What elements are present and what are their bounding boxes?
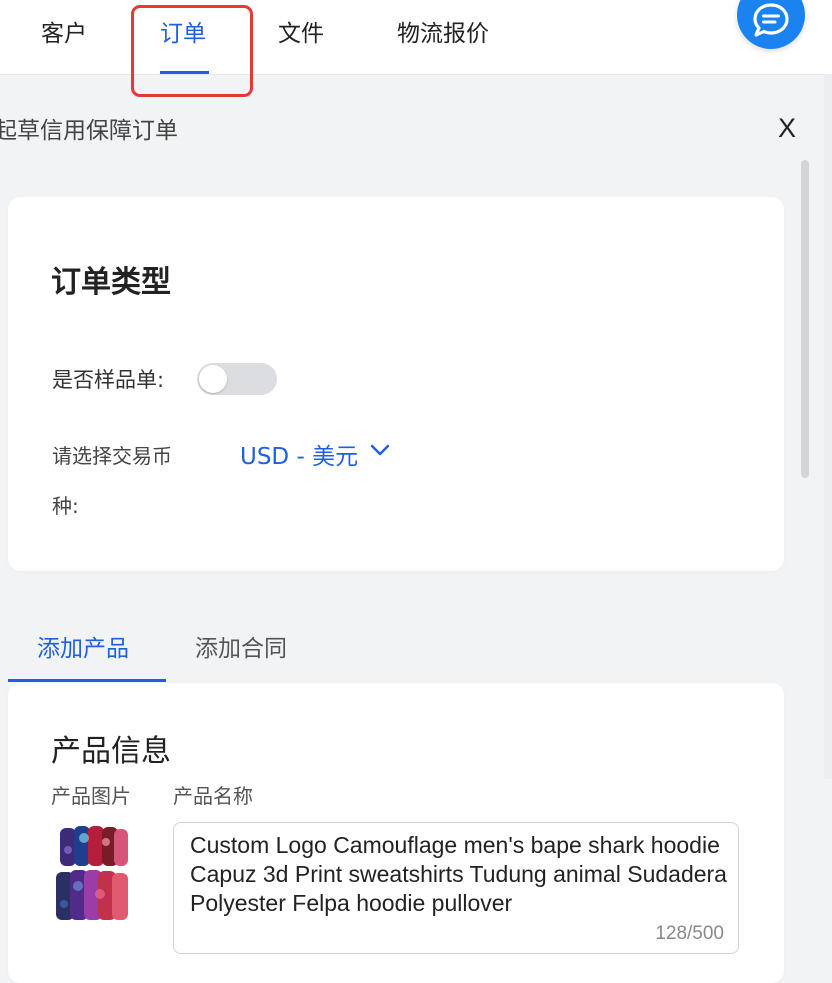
currency-value: USD - 美元 <box>240 444 359 470</box>
tab-add-product[interactable]: 添加产品 <box>37 629 129 663</box>
order-type-title: 订单类型 <box>51 265 171 300</box>
product-info-title: 产品信息 <box>51 734 171 769</box>
product-name-input[interactable]: Custom Logo Camouflage men's bape shark … <box>173 822 739 954</box>
panel-title: 起草信用保障订单 <box>0 118 178 144</box>
highlight-annotation-box <box>131 5 253 97</box>
toggle-knob <box>199 365 227 393</box>
tab-logistics-quote[interactable]: 物流报价 <box>397 14 489 48</box>
chevron-down-icon <box>370 444 390 456</box>
tab-add-contract[interactable]: 添加合同 <box>195 629 287 663</box>
scroll-track <box>824 74 832 779</box>
product-image[interactable] <box>54 824 130 926</box>
product-image-header: 产品图片 <box>51 784 131 808</box>
currency-label-line2: 种: <box>52 494 79 518</box>
sample-order-label: 是否样品单: <box>52 368 165 392</box>
product-name-text: Custom Logo Camouflage men's bape shark … <box>190 832 727 916</box>
currency-label-line1: 请选择交易币 <box>52 444 172 468</box>
char-counter: 128/500 <box>655 923 724 944</box>
close-button[interactable]: X <box>778 113 796 144</box>
tab-customers[interactable]: 客户 <box>41 14 87 48</box>
top-nav: 客户 订单 文件 物流报价 <box>0 0 832 75</box>
hoodie-thumbnail <box>56 826 128 920</box>
scrollbar-thumb[interactable] <box>801 160 809 478</box>
tab-files[interactable]: 文件 <box>278 14 324 48</box>
product-name-header: 产品名称 <box>173 784 253 808</box>
sample-order-toggle[interactable] <box>197 363 277 395</box>
sub-tab-underline <box>8 679 166 682</box>
currency-select[interactable]: USD - 美元 <box>240 437 390 471</box>
chat-bubble-icon <box>753 3 789 37</box>
